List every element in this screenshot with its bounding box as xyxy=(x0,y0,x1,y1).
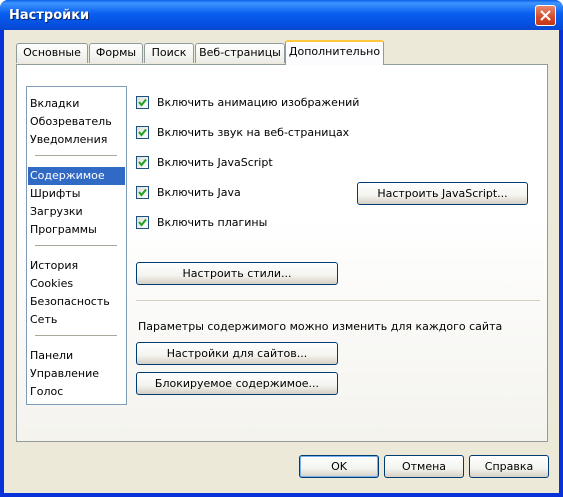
category-item-browser[interactable]: Обозреватель xyxy=(28,113,125,131)
category-item-security[interactable]: Безопасность xyxy=(28,293,125,311)
page-sounds-label: Включить звук на веб-страницах xyxy=(157,126,350,139)
title-bar[interactable]: Настройки xyxy=(0,0,563,30)
checkmark-icon xyxy=(138,128,147,137)
category-item-programs[interactable]: Программы xyxy=(28,221,125,239)
page-sounds-checkbox[interactable] xyxy=(136,126,149,139)
per-site-info-text: Параметры содержимого можно изменить для… xyxy=(138,320,503,333)
help-button[interactable]: Справка xyxy=(469,455,549,478)
category-item-shortcuts[interactable]: Управление xyxy=(28,365,125,383)
checkmark-icon xyxy=(138,158,147,167)
category-item-fonts[interactable]: Шрифты xyxy=(28,185,125,203)
plugins-label: Включить плагины xyxy=(157,216,268,229)
category-separator xyxy=(35,335,117,336)
tab-general[interactable]: Основные xyxy=(16,43,88,63)
checkmark-icon xyxy=(138,188,147,197)
category-item-downloads[interactable]: Загрузки xyxy=(28,203,125,221)
javascript-label: Включить JavaScript xyxy=(157,156,273,169)
category-item-voice[interactable]: Голос xyxy=(28,383,125,401)
section-divider xyxy=(136,300,540,301)
javascript-checkbox[interactable] xyxy=(136,156,149,169)
category-item-toolbars[interactable]: Панели xyxy=(28,347,125,365)
category-item-network[interactable]: Сеть xyxy=(28,311,125,329)
tab-forms[interactable]: Формы xyxy=(89,43,143,63)
category-separator xyxy=(35,155,117,156)
checkmark-icon xyxy=(138,218,147,227)
checkmark-icon xyxy=(138,98,147,107)
category-separator xyxy=(35,245,117,246)
settings-window: Настройки Основные Формы Поиск Веб-стран… xyxy=(0,0,563,497)
close-icon xyxy=(540,10,551,21)
category-item-content[interactable]: Содержимое xyxy=(28,167,125,185)
ok-button[interactable]: OK xyxy=(299,455,379,478)
dialog-client-area: Основные Формы Поиск Веб-страницы Дополн… xyxy=(4,30,559,493)
category-item-notifications[interactable]: Уведомления xyxy=(28,131,125,149)
category-list[interactable]: Вкладки Обозреватель Уведомления Содержи… xyxy=(26,86,127,405)
plugins-checkbox[interactable] xyxy=(136,216,149,229)
animate-images-checkbox[interactable] xyxy=(136,96,149,109)
tab-advanced[interactable]: Дополнительно xyxy=(285,40,384,65)
configure-javascript-button[interactable]: Настроить JavaScript... xyxy=(357,182,528,205)
window-title: Настройки xyxy=(9,8,90,23)
blocked-content-button[interactable]: Блокируемое содержимое... xyxy=(136,372,338,395)
animate-images-label: Включить анимацию изображений xyxy=(157,96,360,109)
category-item-history[interactable]: История xyxy=(28,257,125,275)
tab-search[interactable]: Поиск xyxy=(144,43,194,63)
category-item-cookies[interactable]: Cookies xyxy=(28,275,125,293)
java-checkbox[interactable] xyxy=(136,186,149,199)
close-button[interactable] xyxy=(535,5,556,26)
site-settings-button[interactable]: Настройки для сайтов... xyxy=(136,342,338,365)
tab-panel-advanced: Вкладки Обозреватель Уведомления Содержи… xyxy=(16,64,548,442)
java-label: Включить Java xyxy=(157,186,241,199)
cancel-button[interactable]: Отмена xyxy=(384,455,464,478)
configure-styles-button[interactable]: Настроить стили... xyxy=(136,262,338,285)
category-item-tabs[interactable]: Вкладки xyxy=(28,95,125,113)
tab-web-pages[interactable]: Веб-страницы xyxy=(195,43,285,63)
